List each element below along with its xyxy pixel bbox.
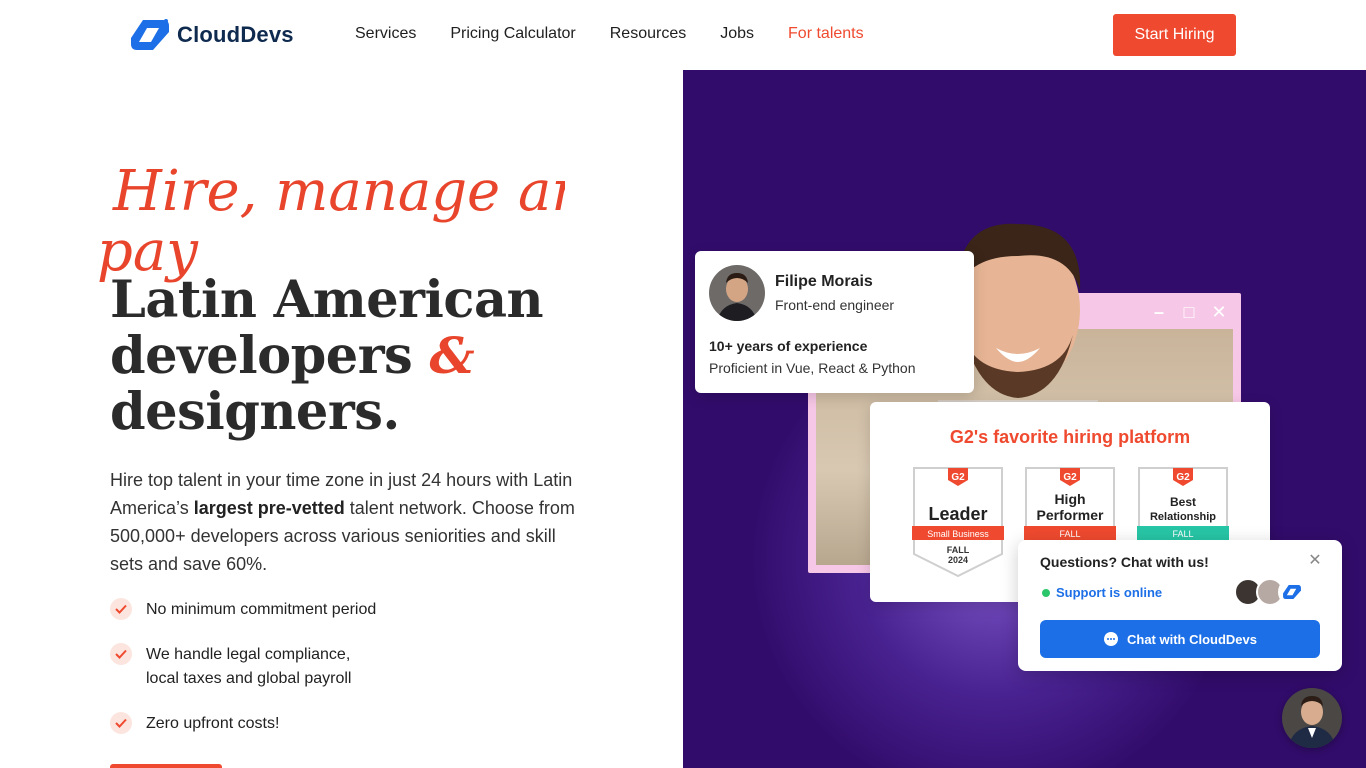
- close-icon: ✕: [1211, 302, 1227, 322]
- chat-button-label: Chat with CloudDevs: [1126, 631, 1257, 647]
- hero-headline: Latin American developers & designers.: [110, 270, 544, 442]
- nav-pricing-calculator[interactable]: Pricing Calculator: [450, 25, 575, 43]
- nav-for-talents[interactable]: For talents: [788, 25, 864, 43]
- svg-text:Small Business: Small Business: [927, 529, 989, 539]
- site-header: CloudDevs Services Pricing Calculator Re…: [0, 0, 1366, 70]
- benefit-text: No minimum commitment period: [146, 601, 377, 618]
- benefit-text: We handle legal compliance, local taxes a…: [146, 646, 352, 687]
- nav-services[interactable]: Services: [355, 25, 416, 43]
- headline-ampersand: &: [429, 326, 475, 385]
- svg-text:G2: G2: [1176, 472, 1190, 483]
- svg-text:Performer: Performer: [1037, 507, 1104, 523]
- svg-text:FALL: FALL: [1172, 529, 1193, 539]
- chat-status: Support is online: [1056, 585, 1163, 600]
- svg-text:Relationship: Relationship: [1150, 511, 1216, 523]
- headline-line-1: Latin American: [110, 270, 544, 330]
- chat-close-icon[interactable]: ✕: [1306, 552, 1324, 570]
- maximize-icon: □: [1183, 302, 1195, 322]
- check-icon: [110, 712, 132, 734]
- benefit-item: We handle legal compliance, local taxes a…: [110, 643, 376, 691]
- svg-text:High: High: [1054, 491, 1085, 507]
- minimize-icon: –: [1153, 302, 1164, 322]
- profile-avatar: [709, 265, 765, 321]
- svg-text:2024: 2024: [948, 555, 968, 565]
- clouddevs-logo[interactable]: CloudDevs: [129, 18, 294, 52]
- script-line-1: Hire, manage and: [112, 159, 565, 224]
- svg-text:G2: G2: [951, 472, 965, 483]
- chat-with-clouddevs-button[interactable]: Chat with CloudDevs: [1040, 620, 1320, 658]
- clouddevs-logo-icon: [131, 19, 169, 50]
- logo-text: CloudDevs: [177, 22, 294, 47]
- headline-line-3: designers.: [110, 382, 400, 442]
- svg-text:Best: Best: [1170, 495, 1196, 509]
- start-hiring-button[interactable]: Start Hiring: [1113, 14, 1236, 56]
- chat-title: Questions? Chat with us!: [1040, 554, 1209, 570]
- svg-text:FALL: FALL: [1059, 529, 1080, 539]
- svg-text:G2: G2: [1063, 472, 1077, 483]
- benefits-list: No minimum commitment period We handle l…: [110, 598, 376, 736]
- check-icon: [110, 643, 132, 665]
- profile-experience: 10+ years of experience: [709, 338, 868, 354]
- g2-leader-badge: G2 Leader Small Business FALL 2024: [912, 467, 1004, 578]
- benefit-item: No minimum commitment period: [110, 598, 376, 622]
- profile-name: Filipe Morais: [775, 273, 873, 290]
- nav-jobs[interactable]: Jobs: [720, 25, 754, 43]
- chat-agent-avatar[interactable]: [1282, 688, 1342, 748]
- benefit-text: Zero upfront costs!: [146, 715, 280, 732]
- developer-profile-card: Filipe Morais Front-end engineer 10+ yea…: [695, 251, 974, 393]
- nav-resources[interactable]: Resources: [610, 25, 686, 43]
- main-nav: Services Pricing Calculator Resources Jo…: [355, 25, 864, 43]
- profile-role: Front-end engineer: [775, 297, 895, 313]
- clouddevs-avatar-icon: [1278, 578, 1306, 606]
- online-status-dot: [1042, 589, 1050, 597]
- profile-skills: Proficient in Vue, React & Python: [709, 360, 916, 376]
- svg-text:Leader: Leader: [928, 504, 987, 524]
- chat-widget: Questions? Chat with us! ✕ Support is on…: [1018, 540, 1342, 671]
- script-tagline: Hire, manage and pay: [97, 159, 565, 284]
- support-avatars: [1234, 578, 1306, 606]
- benefit-item: Zero upfront costs!: [110, 712, 376, 736]
- check-icon: [110, 598, 132, 620]
- headline-line-2: developers: [110, 326, 413, 386]
- g2-title: G2's favorite hiring platform: [949, 427, 1191, 447]
- svg-text:FALL: FALL: [947, 545, 970, 555]
- desc-bold: largest pre-vetted: [193, 498, 345, 518]
- hero-cta-button[interactable]: [110, 764, 222, 768]
- hero-description: Hire top talent in your time zone in jus…: [110, 466, 580, 578]
- chat-bubble-icon: [1103, 632, 1118, 646]
